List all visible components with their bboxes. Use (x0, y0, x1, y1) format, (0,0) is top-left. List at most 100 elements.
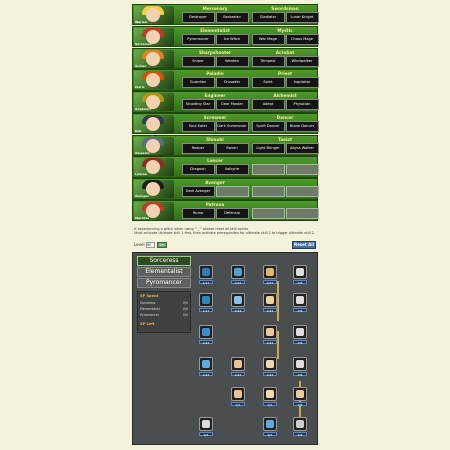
subclass-button[interactable]: Inquisitor (285, 77, 319, 89)
skill-face (202, 420, 210, 428)
class-portrait-icon[interactable]: Assassin (134, 136, 174, 155)
skill-icon[interactable] (293, 325, 307, 339)
skill-level: 0/1 (263, 432, 277, 437)
skill-level: 0/15 (199, 340, 213, 345)
skill-icon[interactable] (231, 357, 245, 371)
tab-pyromancer[interactable]: Pyromancer (137, 278, 191, 288)
subclass-button[interactable] (251, 186, 285, 198)
subclass-button[interactable]: Shooting Star (181, 99, 215, 111)
subclass-button[interactable]: Spirit Dancer (251, 120, 285, 132)
subclass-button[interactable] (251, 164, 285, 176)
subclass-button[interactable]: Adept (251, 99, 285, 111)
subclass-button[interactable]: Blade Dancer (285, 120, 319, 132)
job-title: Avenger (205, 180, 225, 186)
skill-icon[interactable] (231, 265, 245, 279)
subclass-button[interactable]: Warden (215, 55, 249, 67)
class-portrait-icon[interactable]: Cleric (134, 71, 174, 90)
tab-elementalist[interactable]: Elementalist (137, 267, 191, 277)
skill-icon[interactable] (199, 265, 213, 279)
subclass-button[interactable]: Physician (285, 99, 319, 111)
subclass-button[interactable]: Sniper (181, 55, 215, 67)
subclass-button[interactable]: Barbarian (215, 12, 249, 23)
skill-level: 0/4 (199, 432, 213, 437)
subclass-button[interactable]: Reaper (181, 142, 215, 154)
job-column: Sharpshooter Sniper Warden (181, 49, 249, 68)
subclass-button[interactable]: Lunar Knight (285, 12, 319, 23)
subclass-button[interactable] (285, 208, 319, 220)
reset-all-button[interactable]: Reset All (292, 241, 316, 249)
skill-icon[interactable] (199, 293, 213, 307)
skill-icon[interactable] (263, 387, 277, 401)
subclass-button[interactable]: Guardian (181, 77, 215, 89)
sp-row-value: 0/0 (182, 301, 188, 305)
subclass-button[interactable]: Light Bringer (251, 142, 285, 154)
skill-icon[interactable] (293, 293, 307, 307)
class-portrait-icon[interactable]: Lancea (134, 158, 174, 177)
sp-row: Sorceress 0/0 (140, 301, 188, 305)
skill-connector (277, 281, 279, 321)
skill-icon[interactable] (263, 325, 277, 339)
skill-icon[interactable] (199, 417, 213, 431)
subclass-button[interactable] (285, 186, 319, 198)
skill-connector (277, 331, 279, 359)
subclass-button[interactable]: Windwalker (285, 55, 319, 67)
skill-level: 0/15 (199, 372, 213, 377)
class-portrait-name: Archer (135, 63, 147, 68)
skill-icon[interactable] (263, 357, 277, 371)
subclass-button[interactable]: Dragoon (181, 164, 215, 176)
subclass-button[interactable]: Chaos Mage (285, 33, 319, 45)
subclass-button[interactable]: Soul Eater (181, 120, 215, 132)
sp-left-label: SP Left (140, 322, 155, 326)
skill-icon[interactable] (231, 293, 245, 307)
subclass-button[interactable]: Raven (215, 142, 249, 154)
subclass-button[interactable]: Valkyrie (215, 164, 249, 176)
subclass-button[interactable] (285, 164, 319, 176)
subclass-button[interactable]: Gladiator (251, 12, 285, 23)
subclass-button[interactable]: Destroyer (181, 12, 215, 23)
skill-level: 0/4 (293, 432, 307, 437)
tab-sorceress[interactable]: Sorceress (137, 256, 191, 266)
subclass-button[interactable]: Dark Avenger (181, 186, 215, 198)
subclass-button[interactable]: Gear Master (215, 99, 249, 111)
set-level-button[interactable]: Set (157, 242, 167, 248)
subclass-button[interactable] (215, 186, 249, 198)
subclass-button[interactable]: Pyromancer (181, 33, 215, 45)
skill-icon[interactable] (231, 387, 245, 401)
skill-icon[interactable] (293, 387, 307, 401)
class-portrait-icon[interactable]: Avenger (134, 180, 174, 199)
skill-icon[interactable] (293, 265, 307, 279)
class-portrait-icon[interactable]: Archer (134, 49, 174, 68)
skill-icon[interactable] (293, 417, 307, 431)
skill-icon[interactable] (199, 357, 213, 371)
class-portrait-icon[interactable]: Kali (134, 114, 174, 133)
skill-face (266, 328, 274, 336)
subclass-button[interactable]: War Mage (251, 33, 285, 45)
class-portrait-name: Cleric (135, 85, 145, 90)
job-title: Elementalist (200, 27, 230, 33)
subclass-button[interactable]: Ruina (181, 208, 215, 220)
class-portrait-icon[interactable]: Academic (134, 93, 174, 112)
skill-icon[interactable] (199, 325, 213, 339)
class-row: Avenger Avenger Dark Avenger (132, 178, 319, 200)
subclass-button[interactable]: Ice Witch (215, 33, 249, 45)
subclass-button[interactable]: Defensio (215, 208, 249, 220)
subclass-button[interactable]: Saint (251, 77, 285, 89)
class-portrait-icon[interactable]: Warrior (134, 6, 174, 24)
skill-icon[interactable] (263, 417, 277, 431)
class-portrait-icon[interactable]: Machina (134, 202, 174, 221)
skill-icon[interactable] (293, 357, 307, 371)
subclass-button[interactable]: Crusader (215, 77, 249, 89)
subclass-button[interactable]: Dark Summoner (215, 120, 249, 132)
job-title: Alchemist (273, 93, 297, 99)
skill-icon[interactable] (263, 265, 277, 279)
job-column: Paladin Guardian Crusader (181, 70, 249, 89)
subclass-button[interactable]: Tempest (251, 55, 285, 67)
class-row: Warrior Mercenary Destroyer Barbarian Swords… (132, 4, 319, 26)
subclass-button[interactable]: Abyss Walker (285, 142, 319, 154)
subclass-button[interactable] (251, 208, 285, 220)
job-title (251, 201, 319, 208)
skill-icon[interactable] (263, 293, 277, 307)
class-portrait-name: Avenger (135, 194, 150, 199)
class-portrait-icon[interactable]: Sorceress (134, 27, 174, 46)
level-input[interactable] (146, 242, 155, 248)
